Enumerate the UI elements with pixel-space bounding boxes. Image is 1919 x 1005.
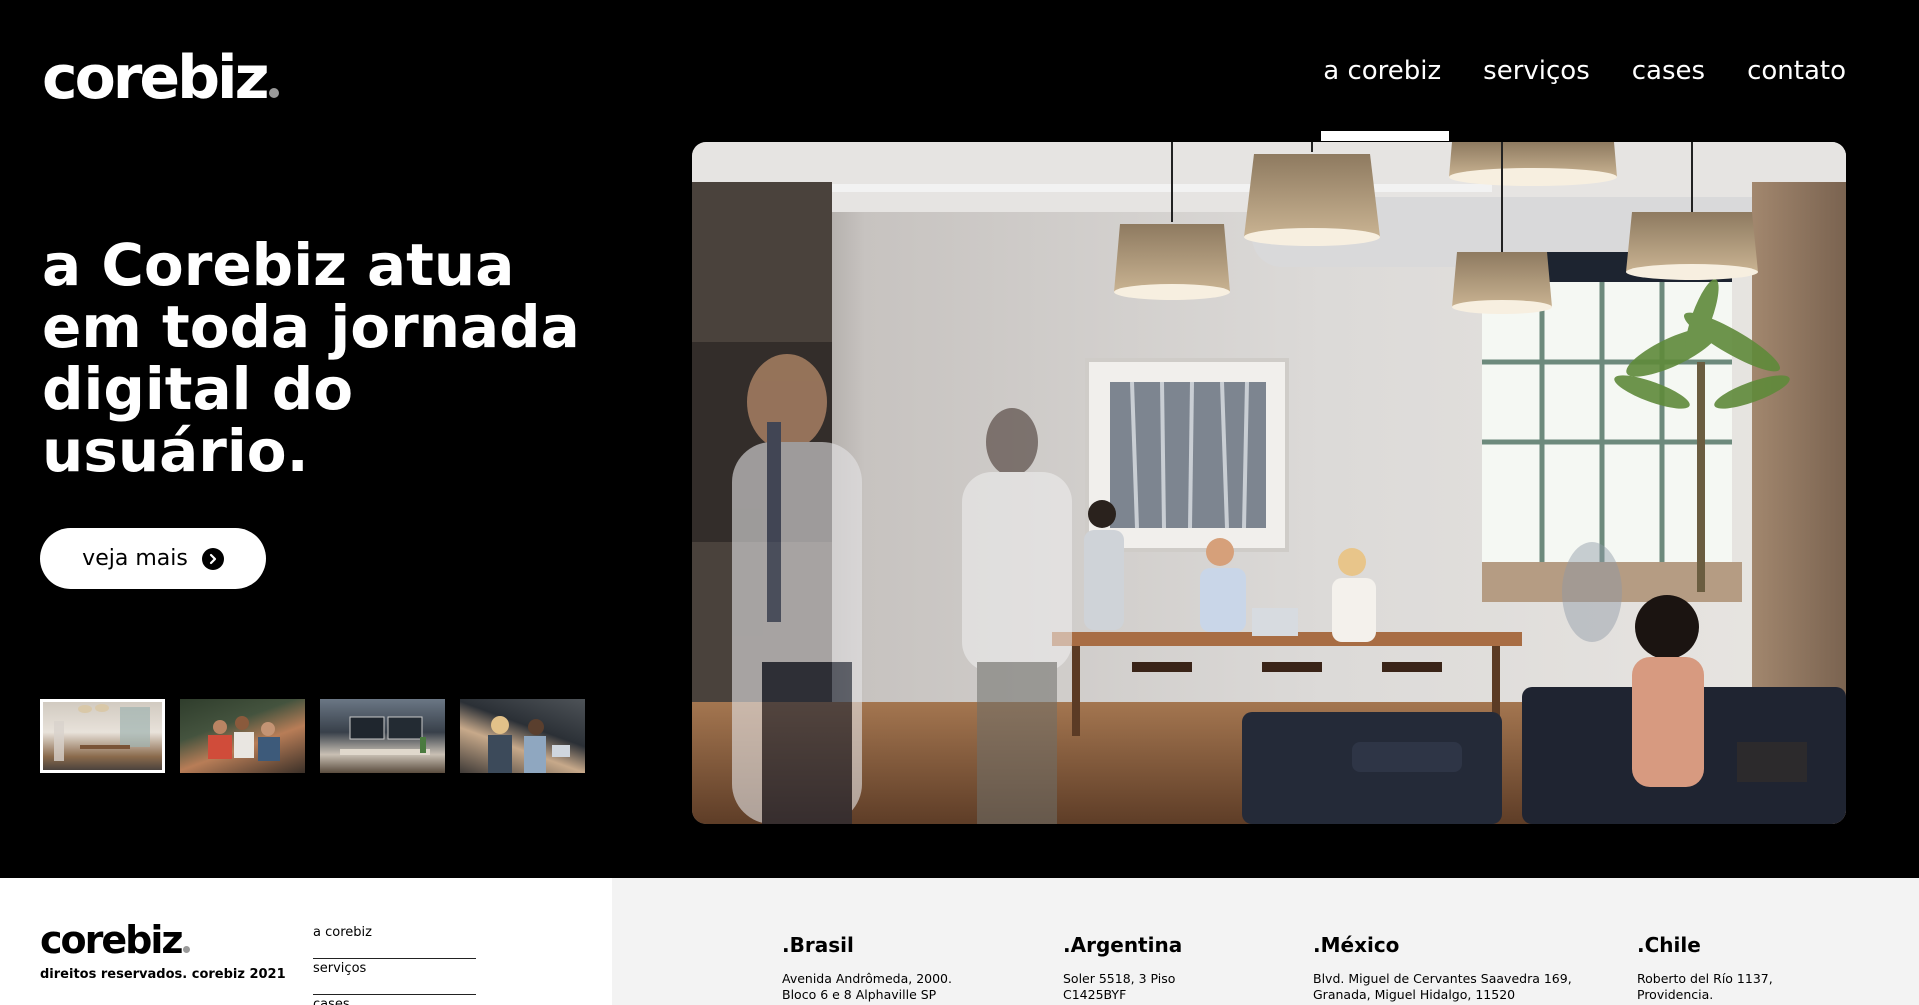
office-address-line: Granada, Miguel Hidalgo, 11520: [1313, 987, 1516, 1002]
office-address-line: Soler 5518, 3 Piso: [1063, 971, 1176, 986]
footer-link-a-corebiz[interactable]: a corebiz: [313, 923, 476, 959]
office-country: .Brasil: [782, 933, 854, 957]
office-brasil: .Brasil Avenida Andrômeda, 2000. Bloco 6…: [782, 933, 952, 1003]
logo-wordmark: corebiz: [42, 43, 270, 113]
gallery-thumbnail[interactable]: [40, 699, 165, 773]
footer-corebiz-logo[interactable]: corebiz: [40, 921, 190, 959]
main-nav: a corebiz serviços cases contato: [1321, 56, 1846, 141]
chevron-right-icon: [201, 547, 224, 570]
gallery-thumbnail[interactable]: [180, 699, 305, 773]
veja-mais-label: veja mais: [82, 546, 188, 571]
office-address-line: Roberto del Río 1137,: [1637, 971, 1773, 986]
offices-panel: .Brasil Avenida Andrômeda, 2000. Bloco 6…: [612, 878, 1919, 1005]
footer-logo-wordmark: corebiz: [40, 918, 183, 962]
veja-mais-button[interactable]: veja mais: [40, 528, 266, 589]
footer-links: a corebiz serviços cases: [313, 923, 476, 1005]
office-chile: .Chile Roberto del Río 1137, Providencia…: [1637, 933, 1773, 1003]
hero-office-photo: [692, 142, 1846, 824]
logo-dot: [268, 88, 279, 98]
gallery-thumbnail[interactable]: [320, 699, 445, 773]
nav-item-cases[interactable]: cases: [1632, 56, 1705, 86]
corebiz-logo[interactable]: corebiz: [42, 48, 279, 108]
office-country: .Argentina: [1063, 933, 1183, 957]
gallery-thumbnail[interactable]: [460, 699, 585, 773]
office-address-line: C1425BYF: [1063, 987, 1127, 1002]
office-address-line: Blvd. Miguel de Cervantes Saavedra 169,: [1313, 971, 1572, 986]
office-mexico: .México Blvd. Miguel de Cervantes Saaved…: [1313, 933, 1572, 1003]
footer-link-servicos[interactable]: serviços: [313, 959, 476, 995]
office-argentina: .Argentina Soler 5518, 3 Piso C1425BYF: [1063, 933, 1182, 1003]
nav-item-contato[interactable]: contato: [1747, 56, 1846, 86]
hero-headline: a Corebiz atua em toda jornada digital d…: [42, 231, 580, 485]
gallery-thumbnails: [40, 699, 585, 773]
office-country: .Chile: [1637, 933, 1701, 957]
hero-section: corebiz a corebiz serviços cases contato…: [0, 0, 1919, 878]
footer-link-cases[interactable]: cases: [313, 995, 476, 1005]
copyright-text: direitos reservados. corebiz 2021: [40, 967, 286, 982]
office-address-line: Avenida Andrômeda, 2000.: [782, 971, 952, 986]
site-footer: corebiz direitos reservados. corebiz 202…: [0, 878, 1919, 1005]
office-address-line: Bloco 6 e 8 Alphaville SP: [782, 987, 937, 1002]
footer-logo-dot: [182, 946, 190, 953]
office-country: .México: [1313, 933, 1400, 957]
nav-item-a-corebiz[interactable]: a corebiz: [1321, 56, 1450, 141]
office-address-line: Providencia.: [1637, 987, 1714, 1002]
nav-item-servicos[interactable]: serviços: [1483, 56, 1590, 86]
